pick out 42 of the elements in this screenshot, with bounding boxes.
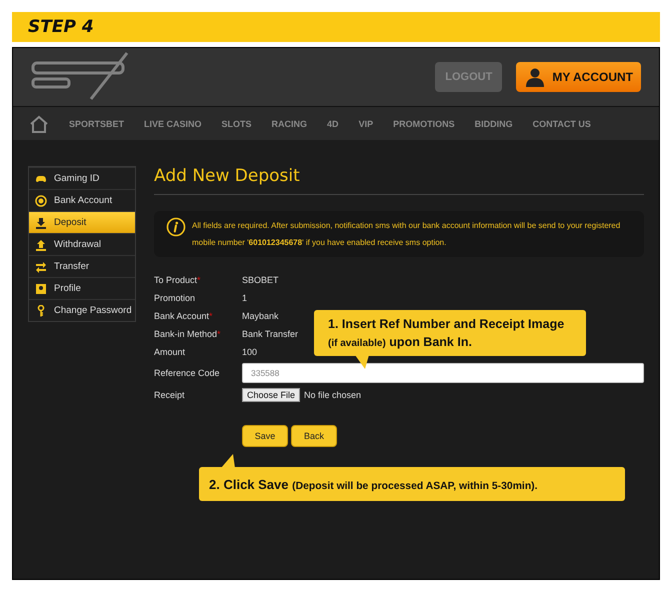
field-label: Amount — [154, 347, 186, 357]
nav-link[interactable]: 4D — [327, 118, 339, 128]
field-value: Maybank — [242, 311, 279, 321]
field-label: Bank-in Method* — [154, 329, 222, 339]
download-icon — [35, 216, 47, 228]
step-title: STEP 4 — [28, 17, 94, 37]
nav-link[interactable]: SPORTSBET — [69, 118, 124, 128]
coin-icon — [35, 194, 47, 206]
reference-code-field[interactable]: 335588 — [242, 363, 644, 383]
home-icon[interactable] — [29, 114, 49, 132]
page-title: Add New Deposit — [154, 166, 644, 195]
field-value: Bank Transfer — [242, 329, 298, 339]
key-icon — [35, 304, 47, 316]
transfer-icon — [35, 260, 47, 272]
callout-text: 1. Insert Ref Number and Receipt Image (if available) upon Bank In. — [328, 317, 564, 349]
user-icon — [524, 66, 546, 88]
nav-link[interactable]: CONTACT US — [532, 118, 591, 128]
nav-link[interactable]: SLOTS — [222, 118, 252, 128]
profile-card-icon — [35, 282, 47, 294]
field-label: Reference Code — [154, 368, 221, 378]
callout-text: 2. Click Save (Deposit will be processed ASAP, within 5-30min). — [209, 476, 538, 492]
upload-icon — [35, 238, 47, 250]
nav-link[interactable]: LIVE CASINO — [144, 118, 202, 128]
nav-link[interactable]: VIP — [358, 118, 374, 128]
field-label: Promotion — [154, 293, 196, 303]
field-value: SBOBET — [242, 275, 279, 285]
back-button[interactable]: Back — [291, 425, 337, 447]
field-label: Receipt — [154, 390, 186, 400]
sidebar-item[interactable]: Deposit — [29, 211, 135, 233]
field-value: 100 — [242, 347, 258, 357]
nav-link[interactable]: RACING — [272, 118, 308, 128]
nav-link[interactable]: PROMOTIONS — [393, 118, 455, 128]
my-account-button[interactable]: MY ACCOUNT — [516, 62, 641, 92]
notice-text: All fields are required. After submission, notification sms with our bank account information will be send to your registered mobile number '601012345678' if you have enabled receive sms option. — [192, 220, 622, 249]
field-label: To Product* — [154, 275, 202, 285]
info-icon — [166, 217, 186, 237]
save-button[interactable]: Save — [242, 425, 288, 447]
nav-link[interactable]: BIDDING — [474, 118, 513, 128]
file-status: No file chosen — [304, 390, 362, 400]
field-value: 1 — [242, 293, 248, 303]
field-label: Bank Account* — [154, 311, 214, 321]
choose-file-button[interactable]: Choose File — [242, 388, 300, 402]
